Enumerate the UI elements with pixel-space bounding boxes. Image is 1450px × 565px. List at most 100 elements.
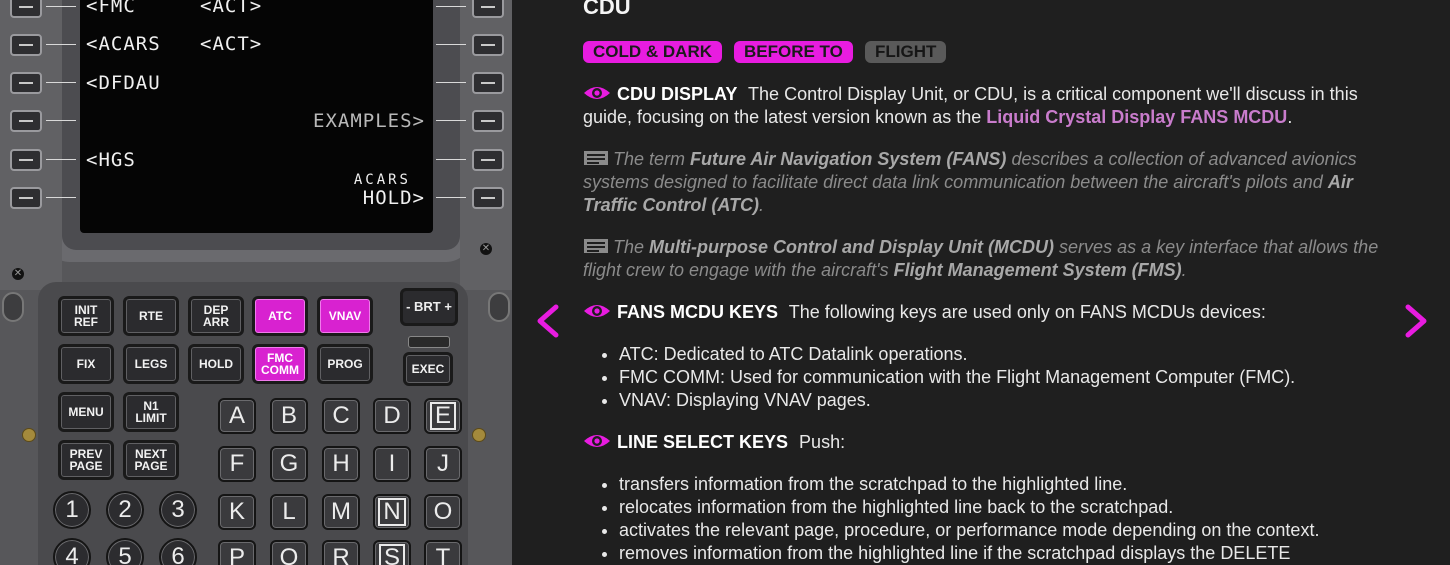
lsk-tick	[436, 82, 466, 83]
n1-limit-key[interactable]: N1 LIMIT	[123, 392, 179, 432]
lsk-tick	[46, 197, 76, 198]
key-label: PAGE	[69, 459, 103, 473]
fix-key[interactable]: FIX	[58, 344, 114, 384]
key-label: P	[228, 544, 245, 565]
next-arrow-icon[interactable]	[1402, 304, 1430, 338]
lsk-6r[interactable]	[472, 187, 504, 209]
screw-icon	[472, 428, 486, 442]
key-k[interactable]: K	[218, 494, 256, 530]
atc-key[interactable]: ATC	[252, 296, 308, 336]
lsk-tick	[436, 159, 466, 160]
key-label: COMM	[261, 363, 299, 377]
lsk-2r[interactable]	[472, 34, 504, 56]
dep-arr-key[interactable]: DEP ARR	[188, 296, 244, 336]
key-i[interactable]: I	[373, 446, 411, 482]
key-l[interactable]: L	[270, 494, 308, 530]
lsk-tick	[46, 44, 76, 45]
screw-icon: ✕	[480, 243, 492, 255]
lsk-2l[interactable]	[10, 34, 42, 56]
key-b[interactable]: B	[270, 398, 308, 434]
prev-page-key[interactable]: PREV PAGE	[58, 440, 114, 480]
fmc-comm-key[interactable]: FMC COMM	[252, 344, 308, 384]
prev-arrow-icon[interactable]	[534, 304, 562, 338]
rte-key[interactable]: RTE	[123, 296, 179, 336]
key-label: C	[332, 402, 350, 429]
eye-icon[interactable]	[583, 303, 611, 319]
key-3[interactable]: 3	[159, 491, 197, 529]
section-header: FANS MCDU KEYS	[617, 302, 779, 322]
key-c[interactable]: C	[322, 398, 360, 434]
note-term: Flight Management System (FMS)	[893, 260, 1182, 280]
menu-key[interactable]: MENU	[58, 392, 114, 432]
init-ref-key[interactable]: INIT REF	[58, 296, 114, 336]
note-text: The	[613, 237, 645, 257]
key-1[interactable]: 1	[53, 491, 91, 529]
lsk-6l[interactable]	[10, 187, 42, 209]
exec-key[interactable]: EXEC	[403, 352, 453, 386]
cdu-panel: <FMC <ACT> <ACARS <ACT> <DFDAU EXAMPLES>…	[0, 0, 512, 565]
lsk-5r[interactable]	[472, 149, 504, 171]
lsk-3r[interactable]	[472, 72, 504, 94]
key-s[interactable]: S	[373, 540, 411, 565]
cdu-screen: <FMC <ACT> <ACARS <ACT> <DFDAU EXAMPLES>…	[80, 0, 433, 233]
lsk-list: transfers information from the scratchpa…	[601, 473, 1399, 565]
lsk-4r[interactable]	[472, 110, 504, 132]
key-label: L	[282, 498, 296, 525]
hold-key[interactable]: HOLD	[188, 344, 244, 384]
key-label: ARR	[203, 315, 229, 329]
screen-line2-left: <ACARS	[86, 33, 161, 55]
key-r[interactable]: R	[322, 540, 360, 565]
key-label: I	[388, 450, 396, 477]
lsk-3l[interactable]	[10, 72, 42, 94]
eye-icon[interactable]	[583, 85, 611, 101]
key-n[interactable]: N	[373, 494, 411, 530]
key-m[interactable]: M	[322, 494, 360, 530]
prog-key[interactable]: PROG	[317, 344, 373, 384]
lsk-5l[interactable]	[10, 149, 42, 171]
key-label: EXEC	[411, 362, 445, 376]
key-h[interactable]: H	[322, 446, 360, 482]
lsk-tick	[436, 197, 466, 198]
eye-icon[interactable]	[583, 433, 611, 449]
note-icon	[584, 151, 608, 165]
tag-flight[interactable]: FLIGHT	[865, 41, 947, 63]
note-mcdu: The Multi-purpose Control and Display Un…	[583, 236, 1383, 282]
list-item: activates the relevant page, procedure, …	[619, 519, 1399, 542]
key-o[interactable]: O	[424, 494, 462, 530]
note-fans: The term Future Air Navigation System (F…	[583, 148, 1383, 217]
key-t[interactable]: T	[424, 540, 462, 565]
lsk-4l[interactable]	[10, 110, 42, 132]
key-g[interactable]: G	[270, 446, 308, 482]
lsk-1l[interactable]	[10, 0, 42, 18]
key-e[interactable]: E	[424, 398, 462, 434]
key-label: PAGE	[134, 459, 168, 473]
lsk-tick	[436, 6, 466, 7]
key-d[interactable]: D	[373, 398, 411, 434]
list-item: FMC COMM: Used for communication with th…	[619, 366, 1399, 389]
tag-before-to[interactable]: BEFORE TO	[734, 41, 853, 63]
lsk-1r[interactable]	[472, 0, 504, 18]
key-p[interactable]: P	[218, 540, 256, 565]
vnav-key[interactable]: VNAV	[317, 296, 373, 336]
fans-mcdu-link[interactable]: Liquid Crystal Display FANS MCDU	[986, 107, 1287, 127]
body-text: The following keys are used only on FANS…	[788, 302, 1266, 322]
note-text: .	[1181, 260, 1187, 280]
key-a[interactable]: A	[218, 398, 256, 434]
next-page-key[interactable]: NEXT PAGE	[123, 440, 179, 480]
key-2[interactable]: 2	[106, 491, 144, 529]
key-j[interactable]: J	[424, 446, 462, 482]
legs-key[interactable]: LEGS	[123, 344, 179, 384]
key-label: O	[433, 498, 453, 525]
screw-icon: ✕	[12, 268, 24, 280]
key-label: E	[429, 402, 456, 430]
screen-line2-right: <ACT>	[200, 33, 263, 55]
key-f[interactable]: F	[218, 446, 256, 482]
key-label: A	[228, 402, 245, 429]
section-header: LINE SELECT KEYS	[617, 432, 789, 452]
brightness-key[interactable]: - BRT +	[400, 288, 458, 326]
page-title: CDU	[583, 0, 631, 19]
fans-keys-list: ATC: Dedicated to ATC Datalink operation…	[601, 343, 1399, 412]
key-q[interactable]: Q	[270, 540, 308, 565]
list-item: removes information from the highlighted…	[619, 542, 1399, 565]
tag-cold-dark[interactable]: COLD & DARK	[583, 41, 722, 63]
